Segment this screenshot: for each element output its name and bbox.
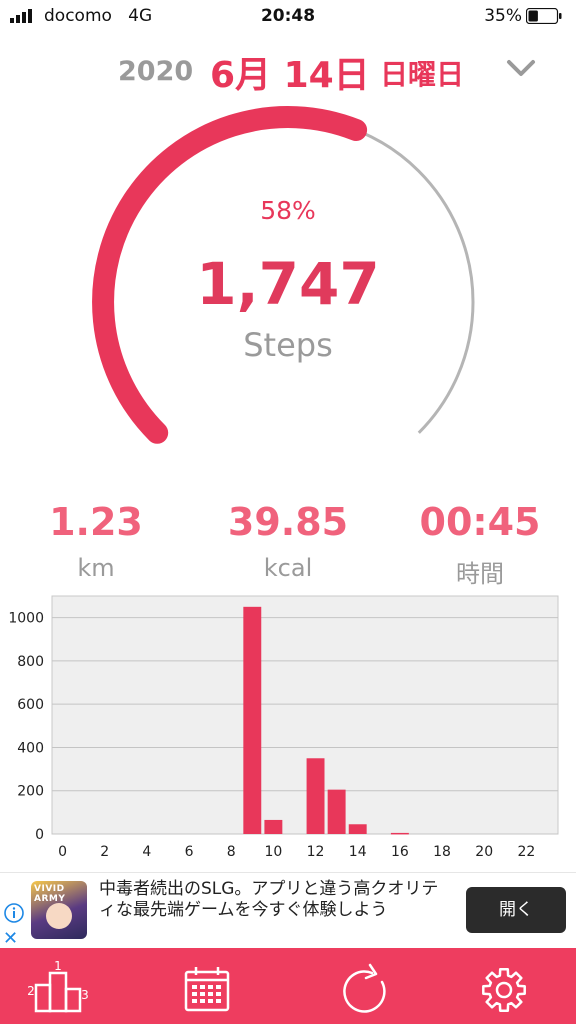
progress-ring xyxy=(92,106,475,444)
refresh-icon xyxy=(343,963,386,1013)
x-tick-label: 20 xyxy=(475,844,493,860)
duration-value: 00:45 xyxy=(419,500,541,544)
x-tick-label: 22 xyxy=(517,844,535,860)
podium-icon: 1 2 3 xyxy=(27,959,89,1013)
y-tick-label: 0 xyxy=(35,827,44,843)
chart-bar xyxy=(348,824,367,834)
duration-stat: 00:45 時間 xyxy=(384,500,576,589)
ad-banner[interactable]: ✕ VIVID ARMY 中毒者続出のSLG。アプリと違う高クオリティな最先端ゲ… xyxy=(0,872,576,949)
calendar-icon xyxy=(184,967,230,1012)
chart-bar xyxy=(390,832,409,835)
chart-plot-area xyxy=(51,595,559,835)
y-tick-label: 800 xyxy=(17,654,44,670)
hourly-steps-chart: 0 200 400 600 800 1000 0 2 4 6 8 10 12 14 16 18 20 22 xyxy=(8,595,559,860)
steps-count: 1,747 xyxy=(196,250,380,318)
podium-second-digit: 2 xyxy=(27,984,35,998)
x-tick-label: 6 xyxy=(185,844,194,860)
calories-value: 39.85 xyxy=(227,500,349,544)
chart-bar xyxy=(327,789,346,834)
podium-first-digit: 1 xyxy=(54,959,62,973)
tab-refresh[interactable] xyxy=(288,948,432,1024)
tab-calendar[interactable] xyxy=(144,948,288,1024)
x-tick-label: 10 xyxy=(264,844,282,860)
duration-unit: 時間 xyxy=(456,560,504,588)
calories-unit: kcal xyxy=(263,554,313,582)
chart-bar xyxy=(243,606,262,834)
ad-app-icon[interactable]: VIVID ARMY xyxy=(31,881,87,939)
x-tick-label: 0 xyxy=(58,844,67,860)
y-tick-label: 1000 xyxy=(8,611,44,627)
progress-percent: 58% xyxy=(260,196,316,225)
tab-bar: 1 2 3 xyxy=(0,948,576,1024)
ad-open-button[interactable]: 開く xyxy=(466,887,566,933)
distance-unit: km xyxy=(77,554,115,582)
ad-text[interactable]: 中毒者続出のSLG。アプリと違う高クオリティな最先端ゲームを今すぐ体験しよう xyxy=(99,879,449,921)
x-tick-label: 4 xyxy=(142,844,151,860)
x-tick-label: 14 xyxy=(349,844,367,860)
info-icon[interactable] xyxy=(4,903,24,923)
y-tick-label: 600 xyxy=(17,697,44,713)
x-tick-label: 18 xyxy=(433,844,451,860)
tab-ranking[interactable]: 1 2 3 xyxy=(0,948,144,1024)
calories-stat: 39.85 kcal xyxy=(192,500,384,582)
gear-icon xyxy=(482,968,526,1012)
y-tick-label: 400 xyxy=(17,740,44,756)
tab-settings[interactable] xyxy=(432,948,576,1024)
steps-label: Steps xyxy=(243,326,333,364)
distance-value: 1.23 xyxy=(49,500,143,544)
x-tick-label: 8 xyxy=(227,844,236,860)
podium-third-digit: 3 xyxy=(81,988,89,1002)
chart-bar xyxy=(306,758,325,834)
close-icon[interactable]: ✕ xyxy=(3,928,18,949)
chart-bar xyxy=(264,819,283,834)
x-tick-label: 16 xyxy=(391,844,409,860)
y-tick-label: 200 xyxy=(17,784,44,800)
x-tick-label: 2 xyxy=(100,844,109,860)
distance-stat: 1.23 km xyxy=(0,500,192,582)
x-tick-label: 12 xyxy=(307,844,325,860)
